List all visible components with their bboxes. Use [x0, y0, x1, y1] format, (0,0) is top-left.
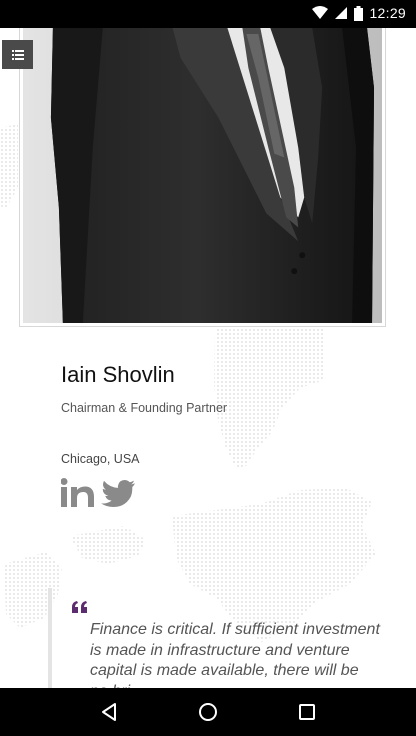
recents-button[interactable]	[287, 692, 327, 732]
status-icons: 12:29	[312, 5, 406, 21]
home-icon	[198, 703, 217, 721]
twitter-icon	[101, 480, 135, 507]
back-button[interactable]	[89, 692, 129, 732]
back-icon	[102, 703, 117, 721]
wifi-icon	[312, 6, 329, 19]
person-name: Iain Shovlin	[61, 362, 175, 387]
battery-icon	[354, 5, 364, 21]
person-title: Chairman & Founding Partner	[61, 401, 228, 415]
list-icon	[11, 49, 24, 60]
profile-info: Iain Shovlin Chairman & Founding Partner…	[60, 362, 228, 513]
profile-page[interactable]: Iain Shovlin Chairman & Founding Partner…	[0, 28, 416, 688]
recents-icon	[298, 704, 315, 720]
home-button[interactable]	[188, 692, 228, 732]
status-time: 12:29	[369, 5, 406, 21]
navigation-bar	[0, 688, 416, 736]
social-links	[60, 478, 227, 513]
quote-text: Finance is critical. If sufficient inves…	[90, 621, 380, 688]
quote-block: Finance is critical. If sufficient inves…	[48, 588, 380, 688]
profile-photo-frame	[19, 28, 386, 327]
status-bar: 12:29	[0, 0, 416, 28]
linkedin-link[interactable]	[60, 478, 95, 513]
quote-mark-icon	[72, 600, 88, 618]
twitter-link[interactable]	[101, 480, 135, 513]
linkedin-icon	[60, 478, 94, 507]
menu-button[interactable]	[2, 40, 33, 69]
person-location: Chicago, USA	[61, 452, 140, 466]
signal-icon	[335, 7, 348, 19]
profile-photo	[23, 28, 382, 323]
